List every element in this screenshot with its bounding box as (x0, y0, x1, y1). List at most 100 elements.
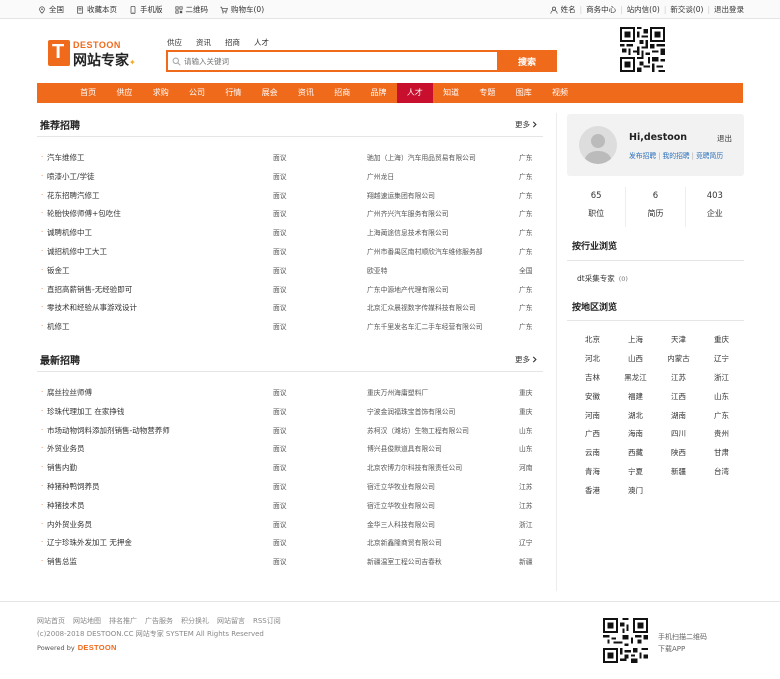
region-link[interactable]: 江苏 (657, 369, 700, 388)
nav-item[interactable]: 人才 (396, 83, 433, 103)
nav-item[interactable]: 资讯 (288, 83, 324, 103)
username-link[interactable]: 姓名 (561, 4, 576, 15)
my-jobs-link[interactable]: 我的招聘 (662, 152, 689, 160)
cart-link[interactable]: 购物车(0) (220, 4, 264, 15)
company-link[interactable]: 宿迁立华牧业有限公司 (367, 500, 435, 510)
footer-link[interactable]: 排名推广 (109, 616, 137, 626)
search-tab-talent[interactable]: 人才 (254, 37, 269, 48)
footer-link[interactable]: 网站地图 (73, 616, 101, 626)
region-link[interactable]: 海南 (614, 425, 657, 444)
footer-link[interactable]: 积分换礼 (181, 616, 209, 626)
region-link[interactable]: 西藏 (614, 444, 657, 463)
region-link[interactable]: 澳门 (614, 482, 657, 501)
industry-item[interactable]: dt采集专家 (0) (577, 273, 628, 284)
job-title-link[interactable]: 机修工 (47, 321, 70, 332)
search-tab-invest[interactable]: 招商 (225, 37, 240, 48)
region-link[interactable]: 四川 (657, 425, 700, 444)
job-title-link[interactable]: 喷漆小工/学徒 (47, 171, 95, 182)
region-link[interactable]: 贵州 (700, 425, 743, 444)
footer-link[interactable]: 网站首页 (37, 616, 65, 626)
region-link[interactable]: 福建 (614, 388, 657, 407)
job-title-link[interactable]: 腐丝拉丝师傅 (47, 387, 92, 398)
job-title-link[interactable]: 辽宁珍珠外发加工 无押金 (47, 537, 132, 548)
job-title-link[interactable]: 花东招聘汽修工 (47, 190, 100, 201)
footer-link[interactable]: 广告服务 (145, 616, 173, 626)
search-button[interactable]: 搜索 (497, 50, 557, 72)
inbox-link[interactable]: 站内信(0) (627, 4, 660, 15)
powered-brand[interactable]: DESTOON (78, 643, 117, 652)
region-link[interactable]: 天津 (657, 331, 700, 350)
nav-item[interactable]: 招商 (324, 83, 360, 103)
region-link[interactable]: 河南 (571, 407, 614, 426)
job-title-link[interactable]: 汽车维修工 (47, 152, 85, 163)
bookmark-link[interactable]: 收藏本页 (76, 4, 117, 15)
job-title-link[interactable]: 外贸业务员 (47, 443, 85, 454)
region-link[interactable]: 香港 (571, 482, 614, 501)
region-link[interactable]: 山西 (614, 350, 657, 369)
company-link[interactable]: 重庆万州海庸塑料厂 (367, 387, 428, 397)
company-link[interactable]: 广州市番禺区南村顺欣汽车维修服务部 (367, 246, 483, 256)
region-link[interactable]: 黑龙江 (614, 369, 657, 388)
job-title-link[interactable]: 轮胎快修师傅+包吃住 (47, 208, 121, 219)
business-center-link[interactable]: 商务中心 (586, 4, 616, 15)
region-link[interactable]: 云南 (571, 444, 614, 463)
company-link[interactable]: 宁波金润福珠宝首饰有限公司 (367, 406, 455, 416)
job-title-link[interactable]: 零技术和经验从事游戏设计 (47, 302, 137, 313)
company-link[interactable]: 北京汇众晨视数字传媒科技有限公司 (367, 302, 476, 312)
job-title-link[interactable]: 销售内勤 (47, 462, 77, 473)
sidebar-logout-link[interactable]: 退出 (717, 133, 732, 144)
job-title-link[interactable]: 珍珠代理加工 在家挣钱 (47, 406, 124, 417)
site-logo[interactable]: DESTOON 网站专家✦ (48, 38, 136, 70)
nav-item[interactable]: 图库 (506, 83, 542, 103)
company-link[interactable]: 翔越速运集团有限公司 (367, 190, 435, 200)
stat-resumes[interactable]: 6 简历 (626, 187, 686, 227)
job-title-link[interactable]: 种猪种鸭饲养员 (47, 481, 100, 492)
region-link[interactable]: 辽宁 (700, 350, 743, 369)
nav-item[interactable]: 知道 (433, 83, 469, 103)
region-link[interactable]: 重庆 (700, 331, 743, 350)
company-link[interactable]: 欧亚特 (367, 265, 387, 275)
job-title-link[interactable]: 诚聘机修中工 (47, 227, 92, 238)
company-link[interactable]: 驰加（上海）汽车用品贸易有限公司 (367, 152, 476, 162)
stat-jobs[interactable]: 65 职位 (567, 187, 627, 227)
region-link[interactable]: 山东 (700, 388, 743, 407)
company-link[interactable]: 新疆温室工程公司吉春秋 (367, 556, 442, 566)
company-link[interactable]: 广东中源地产代理有限公司 (367, 284, 449, 294)
region-link[interactable]: 浙江 (700, 369, 743, 388)
company-link[interactable]: 金华三人科技有限公司 (367, 519, 435, 529)
footer-link[interactable]: 网站留言 (217, 616, 245, 626)
post-job-link[interactable]: 发布招聘 (629, 152, 656, 160)
qrcode-link[interactable]: 二维码 (174, 4, 208, 15)
nav-item[interactable]: 首页 (70, 83, 106, 103)
job-title-link[interactable]: 市场动物饲料添加剂销售-动物营养师 (47, 425, 170, 436)
company-link[interactable]: 苏柯汉（潍坊）生物工程有限公司 (367, 425, 469, 435)
nav-item[interactable]: 供应 (106, 83, 142, 103)
region-link[interactable]: 河北 (571, 350, 614, 369)
region-link[interactable]: 台湾 (700, 463, 743, 482)
recommended-more-link[interactable]: 更多 (515, 119, 538, 130)
company-link[interactable]: 广东千里发名车汇二手车经营有限公司 (367, 321, 483, 331)
resume-link[interactable]: 竞聘简历 (696, 152, 723, 160)
search-tab-news[interactable]: 资讯 (196, 37, 211, 48)
region-link[interactable]: 北京 (571, 331, 614, 350)
company-link[interactable]: 宿迁立华牧业有限公司 (367, 481, 435, 491)
search-tab-supply[interactable]: 供应 (167, 37, 182, 48)
nav-item[interactable]: 行情 (215, 83, 251, 103)
region-link[interactable]: 陕西 (657, 444, 700, 463)
region-link[interactable]: 全国 (38, 4, 64, 15)
job-title-link[interactable]: 种猪技术员 (47, 500, 85, 511)
job-title-link[interactable]: 诚招机修中工大工 (47, 246, 107, 257)
region-link[interactable]: 江西 (657, 388, 700, 407)
company-link[interactable]: 北京新鑫隆商贸有限公司 (367, 537, 442, 547)
mobile-link[interactable]: 手机版 (129, 4, 163, 15)
region-link[interactable]: 吉林 (571, 369, 614, 388)
region-link[interactable]: 新疆 (657, 463, 700, 482)
nav-item[interactable]: 品牌 (360, 83, 396, 103)
job-title-link[interactable]: 内外贸业务员 (47, 519, 92, 530)
chat-link[interactable]: 新交谈(0) (670, 4, 703, 15)
region-link[interactable]: 广西 (571, 425, 614, 444)
region-link[interactable]: 甘肃 (700, 444, 743, 463)
job-title-link[interactable]: 直招高薪销售-无经验即可 (47, 284, 132, 295)
company-link[interactable]: 上海蔺途信息技术有限公司 (367, 227, 449, 237)
region-link[interactable]: 宁夏 (614, 463, 657, 482)
